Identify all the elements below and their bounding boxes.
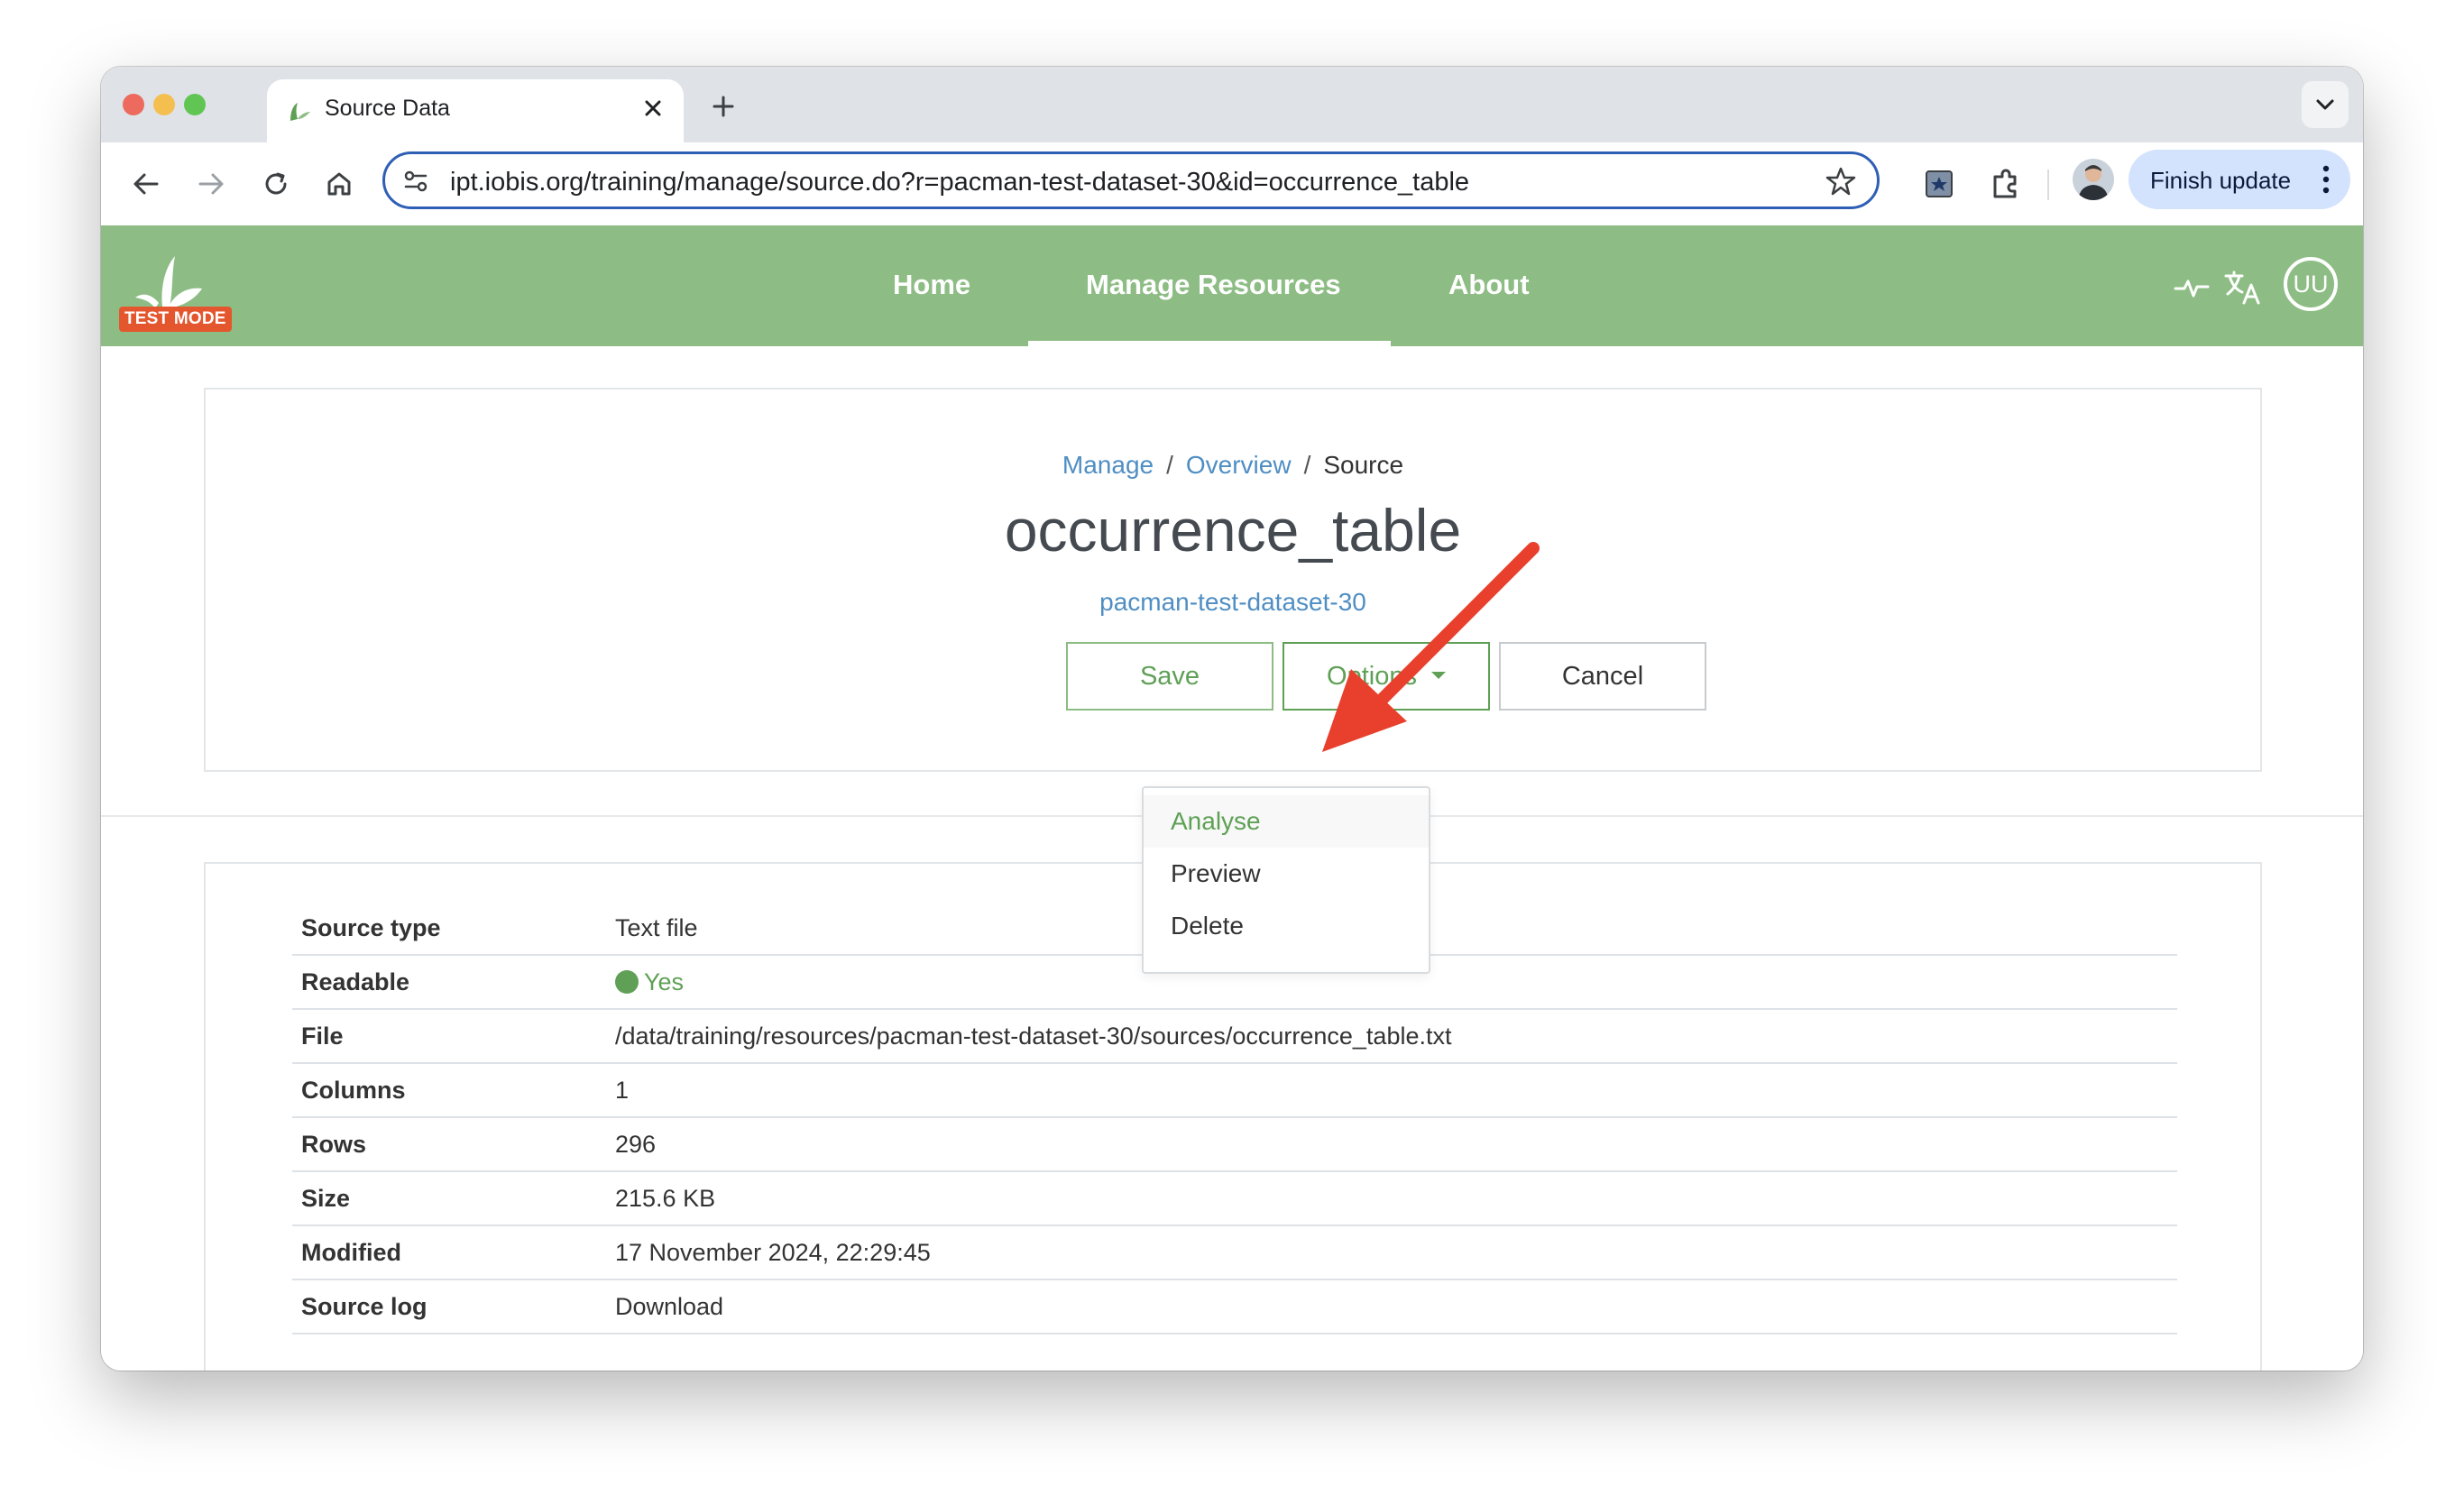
nav-about[interactable]: About [1448, 269, 1530, 301]
tab-title: Source Data [325, 96, 450, 121]
row-label: File [301, 1023, 344, 1050]
caret-down-icon [1430, 672, 1446, 680]
browser-tab[interactable]: Source Data [267, 79, 684, 142]
close-window-button[interactable] [123, 94, 144, 115]
row-value: 215.6 KB [615, 1185, 716, 1212]
browser-toolbar: ipt.iobis.org/training/manage/source.do?… [101, 142, 2363, 226]
profile-avatar[interactable] [2073, 159, 2114, 200]
row-value: 17 November 2024, 22:29:45 [615, 1239, 931, 1266]
save-button[interactable]: Save [1066, 642, 1273, 711]
cancel-button[interactable]: Cancel [1499, 642, 1706, 711]
breadcrumb: Manage / Overview / Source [206, 451, 2260, 480]
breadcrumb-manage[interactable]: Manage [1062, 451, 1154, 479]
table-row: Rows 296 [292, 1118, 2177, 1172]
user-menu-avatar[interactable]: UU [2284, 257, 2338, 311]
forward-arrow-icon[interactable] [189, 162, 233, 206]
extensions-puzzle-icon[interactable] [1984, 162, 2027, 206]
table-row: Modified 17 November 2024, 22:29:45 [292, 1226, 2177, 1280]
bookmark-star-icon[interactable] [1825, 165, 1857, 197]
row-value: Text file [615, 914, 698, 941]
menu-item-analyse[interactable]: Analyse [1144, 795, 1429, 848]
test-mode-badge: TEST MODE [119, 307, 232, 332]
home-icon[interactable] [317, 162, 361, 206]
ipt-favicon-icon [290, 103, 310, 121]
row-label: Columns [301, 1077, 406, 1104]
menu-item-preview[interactable]: Preview [1144, 848, 1429, 900]
options-dropdown-button[interactable]: Options [1283, 642, 1490, 711]
resource-link[interactable]: pacman-test-dataset-30 [206, 588, 2260, 617]
row-label: Modified [301, 1239, 401, 1266]
reload-icon[interactable] [254, 162, 298, 206]
source-header-card: Manage / Overview / Source occurrence_table … [204, 388, 2262, 772]
toolbar-separator [2047, 170, 2049, 200]
zoom-window-button[interactable] [184, 94, 206, 115]
row-value: /data/training/resources/pacman-test-dat… [615, 1023, 1452, 1050]
address-bar[interactable]: ipt.iobis.org/training/manage/source.do?… [382, 151, 1880, 209]
finish-update-label: Finish update [2150, 167, 2292, 194]
download-link[interactable]: Download [615, 1293, 723, 1321]
breadcrumb-current: Source [1323, 451, 1404, 479]
back-arrow-icon[interactable] [124, 162, 168, 206]
breadcrumb-overview[interactable]: Overview [1186, 451, 1292, 479]
row-label: Size [301, 1185, 351, 1212]
page-viewport: TEST MODE Home Manage Resources About UU… [101, 225, 2363, 1371]
breadcrumb-separator: / [1303, 451, 1311, 479]
tab-strip: Source Data [101, 67, 2363, 142]
row-label: Source type [301, 914, 441, 941]
health-pulse-icon[interactable] [2172, 267, 2211, 307]
status-dot-icon [615, 969, 639, 994]
nav-manage-resources[interactable]: Manage Resources [1086, 269, 1341, 301]
active-nav-underline [1028, 341, 1391, 346]
translate-language-icon[interactable] [2220, 265, 2264, 308]
row-label: Readable [301, 968, 410, 995]
more-menu-icon [2322, 165, 2330, 194]
new-tab-icon[interactable] [702, 85, 745, 128]
site-settings-icon[interactable] [401, 167, 430, 196]
row-label: Source log [301, 1293, 428, 1320]
profile-person-icon [2078, 165, 2109, 200]
browser-window: Source Data ipt.iobis.org/training/manag… [101, 67, 2363, 1371]
menu-item-delete[interactable]: Delete [1144, 900, 1429, 952]
readable-status: Yes [615, 968, 684, 996]
minimize-window-button[interactable] [153, 94, 175, 115]
options-label: Options [1327, 662, 1417, 691]
site-navbar: TEST MODE Home Manage Resources About UU [101, 225, 2363, 346]
finish-update-button[interactable]: Finish update [2128, 150, 2350, 209]
page-title: occurrence_table [1004, 497, 1462, 564]
table-row: Columns 1 [292, 1064, 2177, 1118]
close-tab-icon[interactable] [635, 90, 671, 126]
nav-home[interactable]: Home [893, 269, 970, 301]
breadcrumb-separator: / [1166, 451, 1173, 479]
bookmark-extension-icon[interactable] [1917, 162, 1961, 206]
table-row: Size 215.6 KB [292, 1172, 2177, 1226]
row-value: 296 [615, 1131, 657, 1158]
tab-search-chevron-icon[interactable] [2302, 81, 2349, 128]
row-label: Rows [301, 1131, 367, 1158]
row-value: Yes [644, 968, 685, 995]
url-text: ipt.iobis.org/training/manage/source.do?… [450, 168, 1470, 197]
options-dropdown-menu: Analyse Preview Delete [1142, 786, 1430, 974]
table-row: File /data/training/resources/pacman-tes… [292, 1010, 2177, 1064]
row-value: 1 [615, 1077, 630, 1104]
table-row: Source log Download [292, 1280, 2177, 1334]
